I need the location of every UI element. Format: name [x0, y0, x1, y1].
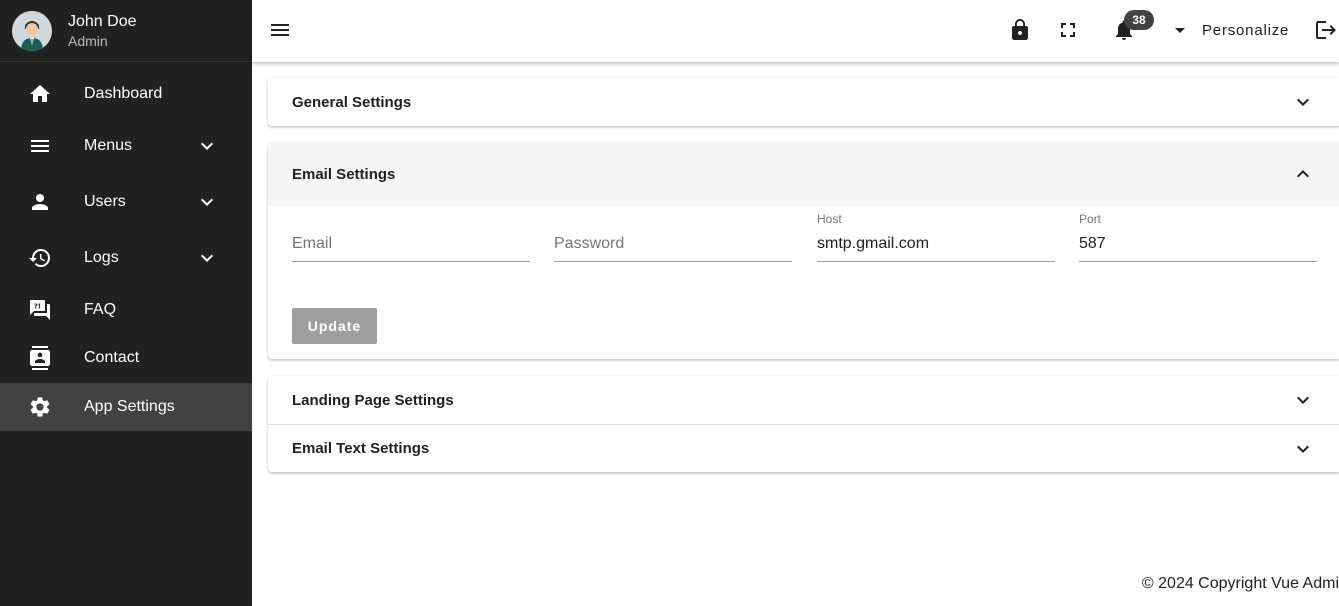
footer-copyright: © 2024 Copyright Vue Admi — [1141, 575, 1339, 592]
chevron-down-icon[interactable] — [195, 246, 219, 270]
caret-down-icon[interactable] — [1168, 18, 1192, 42]
sidebar-item-menus[interactable]: Menus — [0, 122, 252, 170]
email-text-settings-header[interactable]: Email Text Settings — [268, 425, 1339, 472]
hamburger-menu-icon[interactable] — [268, 18, 292, 42]
sidebar-item-contact[interactable]: Contact — [0, 334, 252, 382]
user-role: Admin — [68, 32, 108, 49]
sidebar-item-label: FAQ — [84, 301, 117, 318]
password-field[interactable] — [554, 226, 792, 262]
host-field-wrapper: Host — [817, 212, 1055, 262]
sidebar-item-faq[interactable]: ?! FAQ — [0, 286, 252, 334]
panel-title: Landing Page Settings — [292, 391, 454, 409]
email-field-wrapper — [292, 212, 530, 262]
personalize-button[interactable]: Personalize — [1202, 21, 1289, 41]
fullscreen-icon[interactable] — [1056, 18, 1080, 42]
landing-page-settings-header[interactable]: Landing Page Settings — [268, 376, 1339, 424]
settings-panels-lower: Landing Page Settings Email Text Setting… — [268, 376, 1339, 472]
chevron-up-icon — [1291, 162, 1315, 186]
sidebar-item-app-settings[interactable]: App Settings — [0, 383, 252, 431]
sidebar-item-label: App Settings — [84, 398, 175, 415]
notification-badge: 38 — [1124, 10, 1154, 30]
host-label: Host — [817, 212, 842, 226]
chevron-down-icon[interactable] — [195, 190, 219, 214]
lock-icon[interactable] — [1008, 18, 1032, 42]
general-settings-header[interactable]: General Settings — [268, 78, 1339, 126]
sidebar-item-dashboard[interactable]: Dashboard — [0, 70, 252, 118]
sidebar: John Doe Admin Dashboard Menus Users Log… — [0, 0, 252, 606]
chevron-down-icon — [1291, 437, 1315, 461]
contact-icon — [28, 346, 52, 370]
host-field[interactable] — [817, 226, 1055, 262]
chevron-down-icon — [1291, 388, 1315, 412]
logout-icon[interactable] — [1314, 18, 1338, 42]
email-settings-panel: Email Settings Host Port Update — [268, 142, 1339, 359]
port-field-wrapper: Port — [1079, 212, 1317, 262]
sidebar-item-label: Contact — [84, 349, 140, 366]
user-name: John Doe — [68, 12, 137, 30]
panel-title: General Settings — [292, 93, 412, 111]
gear-icon — [28, 395, 52, 419]
email-field[interactable] — [292, 226, 530, 262]
panel-title: Email Settings — [292, 165, 396, 183]
chevron-down-icon — [1291, 90, 1315, 114]
sidebar-item-users[interactable]: Users — [0, 178, 252, 226]
port-label: Port — [1079, 212, 1102, 226]
person-icon — [28, 190, 52, 214]
history-icon — [28, 246, 52, 270]
avatar — [12, 10, 52, 51]
svg-text:?!: ?! — [34, 303, 41, 311]
sidebar-item-label: Users — [84, 193, 126, 210]
home-icon — [28, 82, 52, 106]
general-settings-panel: General Settings — [268, 78, 1339, 126]
panel-title: Email Text Settings — [292, 440, 430, 457]
user-profile[interactable]: John Doe Admin — [0, 0, 252, 62]
sidebar-item-label: Menus — [84, 137, 133, 154]
sidebar-item-label: Logs — [84, 249, 119, 266]
sidebar-item-label: Dashboard — [84, 85, 163, 102]
sidebar-item-logs[interactable]: Logs — [0, 234, 252, 282]
port-field[interactable] — [1079, 226, 1317, 262]
faq-icon: ?! — [28, 298, 52, 322]
chevron-down-icon[interactable] — [195, 134, 219, 158]
email-settings-header[interactable]: Email Settings — [268, 142, 1339, 206]
menu-icon — [28, 134, 52, 158]
update-button[interactable]: Update — [292, 308, 377, 344]
password-field-wrapper — [554, 212, 792, 262]
topbar: 38 Personalize — [252, 0, 1339, 62]
